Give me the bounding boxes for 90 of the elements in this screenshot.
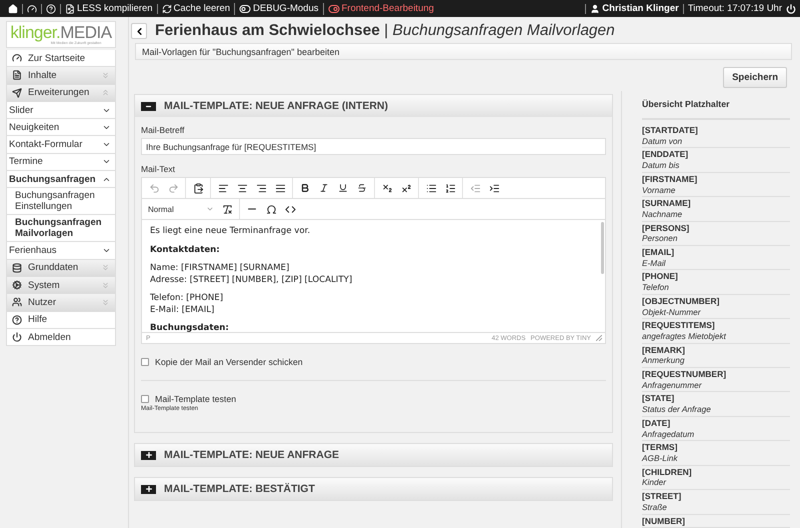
sidebar-subitem[interactable]: Slider: [6, 102, 116, 120]
content-heading: Kontaktdaten:: [150, 244, 221, 256]
checkbox-label: Kopie der Mail an Versender schicken: [155, 357, 303, 367]
subject-field[interactable]: Ihre Buchungsanfrage für [REQUESTITEMS]: [141, 138, 606, 155]
placeholder-key: [STARTDATE]: [642, 125, 790, 136]
field-label: Mail-Betreff: [141, 125, 186, 135]
expand-button[interactable]: [141, 484, 156, 494]
placeholder-description: Personen: [642, 233, 679, 244]
sidebar-item[interactable]: Zur Startseite: [6, 50, 116, 68]
placeholder-key: [OBJECTNUMBER]: [642, 296, 790, 307]
refresh-icon: [162, 4, 172, 14]
placeholder-key: [STATE]: [642, 393, 790, 404]
placeholder-key: [ENDDATE]: [642, 149, 790, 160]
user-link[interactable]: Christian Klinger: [585, 4, 683, 14]
sidebar-section[interactable]: Inhalte: [6, 67, 116, 85]
sidebar-item[interactable]: Abmelden: [6, 328, 116, 346]
placeholder-description: Kinder: [642, 477, 668, 488]
toggle-link[interactable]: Frontend-Bearbeitung: [322, 2, 438, 14]
toolbar-link[interactable]: Cache leeren: [156, 4, 234, 14]
placeholder-key: [PHONE]: [642, 271, 790, 282]
save-button[interactable]: Speichern: [723, 67, 787, 88]
caret-icon: [206, 205, 214, 213]
content-paragraph: Es liegt eine neue Terminanfrage vor.: [150, 226, 312, 238]
sidebar-subitem[interactable]: Termine: [6, 154, 116, 172]
panel-title: MAIL-TEMPLATE: NEUE ANFRAGE (INTERN): [164, 100, 388, 112]
placeholder-key: [TERMS]: [642, 442, 790, 453]
panel-title: MAIL-TEMPLATE: BESTÄTIGT: [164, 483, 315, 495]
format-dropdown[interactable]: Normal: [146, 204, 216, 214]
placeholder-key: [REQUESTNUMBER]: [642, 369, 790, 380]
placeholder-description: Status der Anfrage: [642, 404, 712, 415]
sidebar-section[interactable]: Nutzer: [6, 294, 116, 312]
logo-text: klinger.MEDIA: [10, 24, 112, 41]
checkbox[interactable]: [141, 358, 149, 366]
sidebar-link[interactable]: Buchungsanfragen Mailvorlagen: [6, 215, 116, 242]
content-heading: Buchungsdaten:: [150, 323, 230, 332]
placeholder-description: E-Mail: [642, 258, 667, 268]
placeholder-description: angefragtes Mietobjekt: [642, 330, 728, 342]
placeholder-key: [NUMBER]: [642, 516, 790, 526]
panel-title: MAIL-TEMPLATE: NEUE ANFRAGE: [164, 449, 339, 461]
sidebar-section[interactable]: Grunddaten: [6, 260, 116, 277]
subheader-text: Mail-Vorlagen für "Buchungsanfragen" bearbeiten: [142, 46, 340, 56]
placeholder-description: Anfragenummer: [642, 380, 703, 390]
resize-handle-icon[interactable]: [596, 335, 602, 341]
placeholder-description: Vorname: [642, 184, 676, 196]
field-label: Mail-Text: [141, 164, 176, 174]
placeholder-key: [FIRSTNAME]: [642, 174, 790, 185]
back-button[interactable]: [131, 23, 147, 39]
placeholder-key: [STREET]: [642, 491, 790, 502]
sidebar-subitem[interactable]: Ferienhaus: [6, 242, 116, 260]
sidebar-section[interactable]: System: [6, 276, 116, 294]
page-title: Ferienhaus am Schwielochsee | Buchungsanfragen Mailvorlagen: [155, 22, 615, 40]
plus-icon: [144, 485, 152, 493]
placeholder-description: Anfragedatum: [642, 428, 696, 440]
sidebar-item[interactable]: Hilfe: [6, 312, 116, 329]
sidebar-subitem[interactable]: Buchungsanfragen: [6, 171, 116, 188]
placeholder-description: Datum von: [642, 136, 684, 146]
placeholder-description: Straße: [642, 502, 668, 512]
placeholder-key: [REMARK]: [642, 344, 790, 356]
checkbox-label: Mail-Template testen: [155, 394, 236, 404]
placeholder-key: [PERSONS]: [642, 222, 790, 234]
timeout-text: Timeout: 17:07:19 Uhr: [682, 4, 786, 14]
content-paragraph: Telefon: [PHONE] E-Mail: [EMAIL]: [150, 293, 224, 316]
user-icon: [590, 4, 600, 14]
sidebar-section[interactable]: Erweiterungen: [6, 84, 116, 102]
placeholder-description: Anmerkung: [642, 355, 686, 366]
sidebar-subitem[interactable]: Neuigkeiten: [6, 119, 116, 136]
placeholder-key: [EMAIL]: [642, 247, 790, 258]
collapse-button[interactable]: [141, 102, 156, 110]
power-icon[interactable]: [786, 4, 796, 14]
editor-content[interactable]: Es liegt eine neue Terminanfrage vor. Kontaktdaten: Name: [FIRSTNAME] [SURNAME] Adresse: [STREET] [NUMBER], [ZIP] [LOCALITY] Telefon: [PHONE] E-Mail: [EMAIL] Buchungsdaten:: [142, 220, 605, 332]
scrollbar-thumb[interactable]: [601, 222, 604, 274]
placeholder-description: AGB-Link: [642, 452, 679, 464]
checkbox[interactable]: [141, 395, 149, 403]
toolbar-link[interactable]: LESS kompilieren: [60, 4, 157, 14]
plus-icon: [144, 451, 152, 459]
placeholder-key: [DATE]: [642, 418, 790, 429]
placeholder-description: Objekt-Nummer: [642, 306, 702, 318]
placeholder-key: [CHILDREN]: [642, 466, 790, 478]
sidebar-link[interactable]: Buchungsanfragen Einstellungen: [6, 188, 116, 216]
image-file-icon: [65, 4, 75, 14]
placeholder-heading: Übersicht Platzhalter: [642, 99, 790, 120]
placeholder-description: Nachname: [642, 208, 684, 220]
expand-button[interactable]: [141, 450, 156, 460]
placeholder-description: Telefon: [642, 282, 670, 293]
toggle-link[interactable]: DEBUG-Modus: [234, 2, 322, 14]
placeholder-key: [REQUESTITEMS]: [642, 320, 790, 331]
placeholder-key: [SURNAME]: [642, 198, 790, 209]
content-paragraph: Name: [FIRSTNAME] [SURNAME] Adresse: [STREET] [NUMBER], [ZIP] [LOCALITY]: [150, 263, 354, 286]
sidebar-subitem[interactable]: Kontakt-Formular: [6, 136, 116, 154]
placeholder-description: Datum bis: [642, 160, 680, 171]
